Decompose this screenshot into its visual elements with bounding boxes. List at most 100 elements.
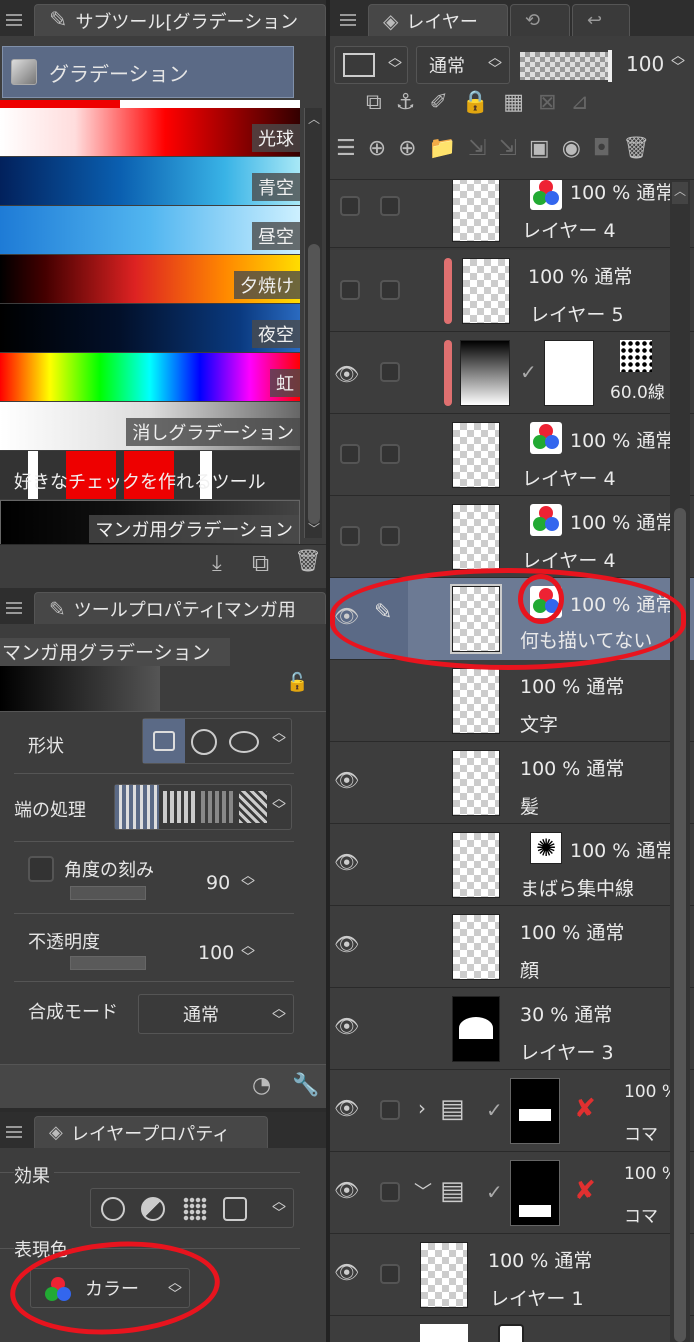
blend-mode-select[interactable]: 通常 ︿ ﹀ bbox=[138, 994, 294, 1034]
lock-checkbox[interactable] bbox=[380, 1100, 400, 1120]
spinner-icon[interactable]: ︿ ﹀ bbox=[271, 792, 287, 818]
tone-effect-icon[interactable] bbox=[141, 1197, 165, 1221]
tab-subtool[interactable]: ✎ サブツール[グラデーション bbox=[34, 4, 326, 36]
apply-mask-icon[interactable]: ◘ bbox=[593, 136, 610, 161]
gradient-item-night-sky[interactable]: 夜空 bbox=[0, 304, 300, 352]
ruler-enable-icon[interactable]: ⊿ bbox=[571, 90, 589, 115]
angle-checkbox[interactable] bbox=[28, 856, 54, 882]
new-vector-layer-icon[interactable]: ⊕ bbox=[398, 136, 416, 161]
eye-icon[interactable]: 👁 bbox=[334, 1178, 364, 1202]
lock-checkbox[interactable] bbox=[380, 196, 400, 216]
subtool-group-button[interactable]: グラデーション bbox=[2, 46, 294, 98]
ruler-disabled-icon[interactable]: ✘ bbox=[574, 1176, 596, 1206]
visibility-checkbox[interactable] bbox=[340, 444, 360, 464]
screentone-icon[interactable] bbox=[183, 1197, 207, 1221]
eye-icon[interactable]: 👁 bbox=[334, 932, 364, 956]
gradient-item-rainbow[interactable]: 虹 bbox=[0, 353, 300, 401]
duplicate-icon[interactable]: ⧉ bbox=[252, 549, 269, 577]
tab-navigator[interactable]: ⟲ bbox=[510, 4, 570, 36]
edge-none-icon[interactable] bbox=[239, 791, 267, 823]
lock-checkbox[interactable] bbox=[380, 444, 400, 464]
tab-tool-property[interactable]: ✎ ツールプロパティ[マンガ用 bbox=[34, 592, 326, 624]
lock-checkbox[interactable] bbox=[380, 526, 400, 546]
layer-list-scrollbar[interactable]: ︿ bbox=[670, 180, 690, 1342]
expression-color-mini[interactable]: ︿ ﹀ bbox=[334, 46, 408, 84]
panel-menu-icon[interactable] bbox=[340, 14, 356, 26]
tab-history[interactable]: ↩ bbox=[572, 4, 630, 36]
scroll-thumb[interactable] bbox=[308, 244, 320, 524]
layer-row[interactable]: 👁 100 % 通常 顔 bbox=[330, 906, 694, 988]
angle-slider[interactable] bbox=[70, 886, 146, 900]
eye-icon[interactable]: 👁 bbox=[334, 768, 364, 792]
spinner-icon[interactable]: ︿ ﹀ bbox=[271, 1195, 287, 1221]
spinner-icon[interactable]: ︿ ﹀ bbox=[271, 1002, 287, 1028]
new-raster-layer-icon[interactable]: ⊕ bbox=[368, 136, 386, 161]
gradient-list-scrollbar[interactable]: ︿ ﹀ bbox=[304, 108, 322, 538]
frame-folder-row[interactable]: 👁 ﹀ ▤ ✓ ✘ 100 % コマ bbox=[330, 1152, 694, 1234]
panel-menu-icon[interactable] bbox=[6, 602, 22, 614]
opacity-value[interactable]: 100 bbox=[198, 942, 234, 964]
gradient-item-sunset[interactable]: 夕焼け bbox=[0, 255, 300, 303]
lock-checkbox[interactable] bbox=[380, 280, 400, 300]
layer-row[interactable]: 100 % 通常 レイヤー 4 bbox=[330, 414, 694, 496]
gradient-item-light-sphere[interactable]: 光球 bbox=[0, 108, 300, 156]
spinner-icon[interactable]: ︿ ﹀ bbox=[271, 726, 287, 752]
edge-selector[interactable]: ︿ ﹀ bbox=[114, 784, 292, 830]
chevron-right-icon[interactable]: › bbox=[418, 1096, 426, 1120]
gradient-item-check[interactable]: 好きなチェックを作れるツール bbox=[0, 451, 300, 499]
layer-row[interactable]: 100 % 通常 文字 bbox=[330, 660, 694, 742]
lock-icon[interactable]: 🔓 bbox=[286, 672, 308, 693]
gradient-item-erase[interactable]: 消しグラデーション bbox=[0, 402, 300, 450]
dial-icon[interactable]: ◔ bbox=[252, 1073, 271, 1098]
shape-circle-icon[interactable] bbox=[191, 729, 217, 755]
lock-checkbox[interactable] bbox=[380, 1182, 400, 1202]
visibility-checkbox[interactable] bbox=[340, 280, 360, 300]
delete-layer-icon[interactable]: 🗑 bbox=[622, 136, 650, 161]
angle-value[interactable]: 90 bbox=[206, 872, 230, 894]
panel-menu-icon[interactable] bbox=[6, 1126, 22, 1138]
merge-down-icon[interactable]: ⇲ bbox=[468, 136, 486, 161]
opacity-slider[interactable] bbox=[70, 956, 146, 970]
layer-opacity-value[interactable]: 100 bbox=[626, 52, 664, 76]
layer-row[interactable] bbox=[330, 1316, 694, 1342]
layer-blend-select[interactable]: 通常 ︿ ﹀ bbox=[416, 46, 510, 84]
mask-link-icon[interactable]: ✓ bbox=[486, 1098, 503, 1122]
import-icon[interactable]: ⤓ bbox=[212, 551, 222, 576]
border-effect-icon[interactable] bbox=[101, 1197, 125, 1221]
layer-row[interactable]: 👁 30 % 通常 レイヤー 3 bbox=[330, 988, 694, 1070]
gradient-item-blue-sky[interactable]: 青空 bbox=[0, 157, 300, 205]
reference-layer-icon[interactable]: ⚓ bbox=[396, 90, 416, 115]
gradient-item-day-sky[interactable]: 昼空 bbox=[0, 206, 300, 254]
shape-ellipse-icon[interactable] bbox=[229, 731, 259, 753]
shape-selector[interactable]: ︿ ﹀ bbox=[142, 718, 292, 764]
shape-straight-icon[interactable] bbox=[143, 719, 185, 763]
spinner-icon[interactable]: ︿ ﹀ bbox=[670, 49, 686, 75]
layer-row[interactable]: 👁 100 % 通常 髪 bbox=[330, 742, 694, 824]
merge-selected-icon[interactable]: ⇲ bbox=[498, 136, 516, 161]
visibility-checkbox[interactable] bbox=[340, 526, 360, 546]
layer-row[interactable]: 100 % 通常 レイヤー 4 bbox=[330, 180, 694, 248]
new-folder-icon[interactable]: 📁 bbox=[429, 136, 456, 161]
scroll-up-icon[interactable]: ︿ bbox=[672, 182, 688, 204]
visibility-checkbox[interactable] bbox=[340, 196, 360, 216]
effect-selector[interactable]: ︿ ﹀ bbox=[90, 1188, 294, 1228]
layer-color-icon[interactable] bbox=[223, 1197, 247, 1221]
layer-row[interactable]: 100 % 通常 レイヤー 4 bbox=[330, 496, 694, 578]
eye-icon[interactable]: 👁 bbox=[334, 362, 364, 386]
tab-layer-property[interactable]: ◈ レイヤープロパティ bbox=[34, 1116, 268, 1148]
eye-icon[interactable]: 👁 bbox=[334, 1014, 364, 1038]
wrench-icon[interactable]: 🔧 bbox=[292, 1073, 319, 1098]
lock-icon[interactable]: 🔒 bbox=[462, 90, 489, 115]
lock-checkbox[interactable] bbox=[380, 1264, 400, 1284]
panel-menu-icon[interactable] bbox=[6, 14, 22, 26]
ruler-disabled-icon[interactable]: ✘ bbox=[574, 1094, 596, 1124]
gradient-item-manga[interactable]: マンガ用グラデーション bbox=[0, 500, 300, 548]
scroll-down-icon[interactable]: ﹀ bbox=[308, 520, 320, 537]
layer-row[interactable]: 👁 ✓ 60.0線 bbox=[330, 332, 694, 414]
edge-extend-icon[interactable] bbox=[201, 791, 235, 823]
layer-row[interactable]: 👁 100 % 通常 レイヤー 1 bbox=[330, 1234, 694, 1316]
eye-icon[interactable]: 👁 bbox=[334, 1260, 364, 1284]
layer-opacity-slider[interactable] bbox=[520, 50, 612, 82]
draft-layer-icon[interactable]: ✐ bbox=[429, 90, 447, 115]
panel-divider[interactable] bbox=[326, 0, 330, 1342]
